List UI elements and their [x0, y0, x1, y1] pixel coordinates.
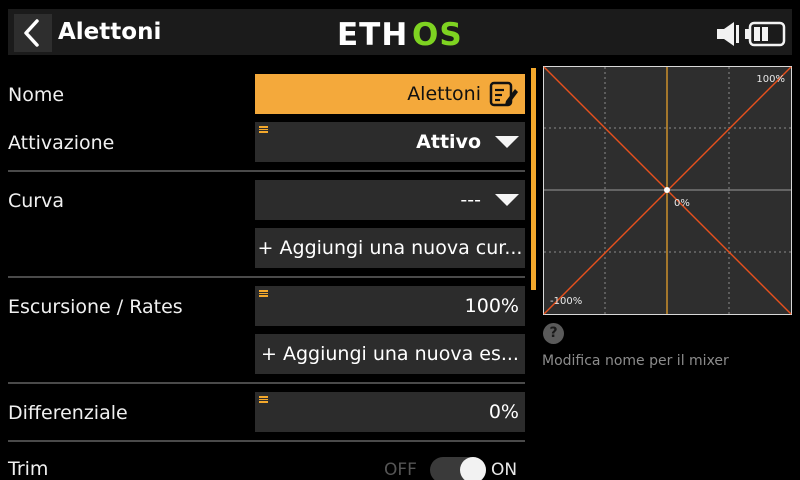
differenziale-label: Differenziale [8, 402, 128, 424]
graph-label-center: 0% [674, 198, 690, 209]
curve-graph: 100% 0% -100% [543, 66, 792, 315]
dropdown-arrow-icon [495, 194, 519, 206]
attivazione-value: Attivo [416, 131, 481, 153]
divider [8, 440, 525, 442]
edit-icon [489, 81, 518, 107]
nome-value-wrap: Alettoni [407, 74, 519, 114]
menu-icon [259, 126, 268, 133]
question-icon[interactable]: ? [543, 323, 564, 344]
back-arrow-icon [24, 19, 39, 47]
escursione-label: Escursione / Rates [8, 296, 183, 318]
divider [8, 276, 525, 278]
svg-text:ETH: ETH [337, 17, 408, 53]
escursione-field[interactable]: 100% [255, 286, 525, 326]
curva-value-wrap: --- [460, 180, 519, 220]
graph-label-bottom: -100% [550, 296, 582, 307]
trim-on-label: ON [491, 460, 518, 480]
speaker-icon[interactable] [716, 20, 742, 48]
graph-point [664, 187, 670, 193]
page-title: Alettoni [58, 19, 162, 45]
nome-value: Alettoni [407, 83, 481, 105]
add-curve-button[interactable]: + Aggiungi una nuova cur... [255, 228, 525, 268]
nome-field[interactable]: Alettoni [255, 74, 525, 114]
divider [8, 382, 525, 384]
escursione-value: 100% [464, 295, 519, 317]
help-text: Modifica nome per il mixer [542, 353, 729, 369]
nome-label: Nome [8, 84, 65, 106]
trim-off-label: OFF [384, 460, 417, 480]
add-rate-button[interactable]: + Aggiungi una nuova es... [255, 334, 525, 374]
divider [8, 170, 525, 172]
back-button[interactable] [14, 14, 52, 52]
differenziale-value: 0% [488, 401, 519, 423]
scrollbar[interactable] [531, 68, 536, 290]
add-rate-label: + Aggiungi una nuova es... [261, 343, 519, 365]
ethos-logo: ETH OS [337, 17, 463, 53]
trim-label: Trim [8, 458, 49, 480]
menu-icon [259, 290, 268, 297]
attivazione-label: Attivazione [8, 132, 115, 154]
curva-label: Curva [8, 190, 65, 212]
header-bar: Alettoni ETH OS [0, 0, 800, 60]
dropdown-arrow-icon [495, 136, 519, 148]
attivazione-value-wrap: Attivo [416, 122, 519, 162]
battery-icon [745, 21, 786, 47]
graph-label-top: 100% [756, 74, 785, 85]
svg-text:OS: OS [412, 17, 463, 53]
attivazione-select[interactable]: Attivo [255, 122, 525, 162]
differenziale-field[interactable]: 0% [255, 392, 525, 432]
menu-icon [259, 396, 268, 403]
add-curve-label: + Aggiungi una nuova cur... [257, 237, 523, 259]
toggle-knob [460, 457, 486, 480]
curva-value: --- [460, 189, 481, 211]
curva-select[interactable]: --- [255, 180, 525, 220]
